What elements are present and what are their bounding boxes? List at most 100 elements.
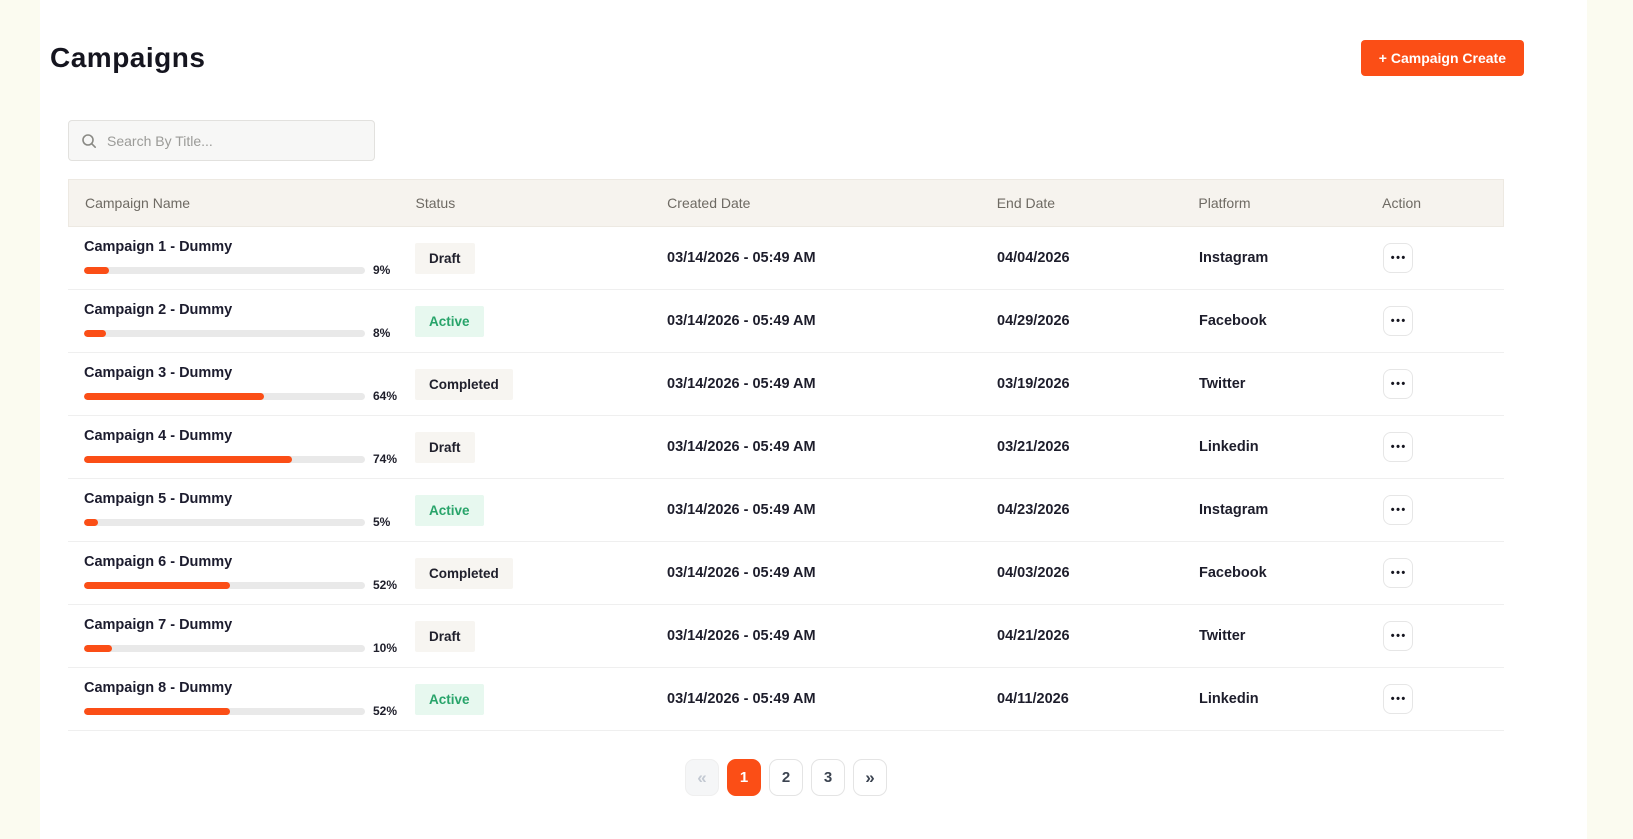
status-cell: Completed [399,558,651,589]
campaign-name-cell: Campaign 5 - Dummy 5% [68,491,399,529]
page-header: Campaigns + Campaign Create [40,40,1587,76]
status-badge: Draft [415,432,475,463]
campaign-name-cell: Campaign 6 - Dummy 52% [68,554,399,592]
row-actions-button[interactable]: ••• [1383,558,1413,588]
campaign-progress: 52% [84,578,399,592]
progress-bar-fill [84,519,98,526]
action-cell: ••• [1367,621,1504,651]
progress-bar-fill [84,582,230,589]
end-date: 04/11/2026 [981,691,1183,707]
progress-bar-track [84,393,365,400]
created-date: 03/14/2026 - 05:49 AM [651,691,981,707]
created-date: 03/14/2026 - 05:49 AM [651,439,981,455]
row-actions-button[interactable]: ••• [1383,369,1413,399]
table-row: Campaign 8 - Dummy 52% Active 03/14/2026… [68,668,1504,731]
status-cell: Draft [399,621,651,652]
row-actions-button[interactable]: ••• [1383,684,1413,714]
search-input[interactable] [107,133,362,149]
column-header-status: Status [400,195,652,211]
status-badge: Active [415,306,484,337]
campaign-progress: 5% [84,515,399,529]
table-row: Campaign 6 - Dummy 52% Completed 03/14/2… [68,542,1504,605]
platform: Linkedin [1183,439,1367,455]
status-cell: Draft [399,432,651,463]
ellipsis-icon: ••• [1389,316,1407,327]
progress-bar-track [84,267,365,274]
created-date: 03/14/2026 - 05:49 AM [651,313,981,329]
action-cell: ••• [1367,684,1504,714]
action-cell: ••• [1367,495,1504,525]
row-actions-button[interactable]: ••• [1383,306,1413,336]
main-panel: Campaigns + Campaign Create Campaign Nam… [40,0,1587,839]
pagination: « 1 2 3 » [68,759,1504,796]
campaign-name: Campaign 5 - Dummy [84,491,399,507]
campaign-name: Campaign 6 - Dummy [84,554,399,570]
end-date: 04/03/2026 [981,565,1183,581]
campaign-name: Campaign 4 - Dummy [84,428,399,444]
end-date: 03/21/2026 [981,439,1183,455]
table-header-row: Campaign Name Status Created Date End Da… [68,179,1504,227]
platform: Twitter [1183,628,1367,644]
campaign-name-cell: Campaign 4 - Dummy 74% [68,428,399,466]
status-cell: Draft [399,243,651,274]
row-actions-button[interactable]: ••• [1383,432,1413,462]
campaign-name: Campaign 8 - Dummy [84,680,399,696]
progress-bar-fill [84,456,292,463]
row-actions-button[interactable]: ••• [1383,243,1413,273]
progress-bar-track [84,645,365,652]
status-badge: Completed [415,558,513,589]
row-actions-button[interactable]: ••• [1383,621,1413,651]
campaign-progress: 10% [84,641,399,655]
campaign-progress: 64% [84,389,399,403]
ellipsis-icon: ••• [1389,253,1407,264]
progress-percent-label: 9% [373,263,390,277]
campaign-name-cell: Campaign 8 - Dummy 52% [68,680,399,718]
search-icon [81,133,97,149]
progress-percent-label: 52% [373,704,397,718]
end-date: 04/21/2026 [981,628,1183,644]
progress-bar-fill [84,267,109,274]
table-row: Campaign 2 - Dummy 8% Active 03/14/2026 … [68,290,1504,353]
ellipsis-icon: ••• [1389,568,1407,579]
pagination-page-2[interactable]: 2 [769,759,803,796]
ellipsis-icon: ••• [1389,379,1407,390]
progress-percent-label: 5% [373,515,390,529]
end-date: 04/23/2026 [981,502,1183,518]
status-badge: Completed [415,369,513,400]
platform: Instagram [1183,250,1367,266]
progress-percent-label: 64% [373,389,397,403]
status-cell: Active [399,684,651,715]
campaign-name-cell: Campaign 3 - Dummy 64% [68,365,399,403]
progress-percent-label: 74% [373,452,397,466]
progress-bar-track [84,708,365,715]
table-row: Campaign 7 - Dummy 10% Draft 03/14/2026 … [68,605,1504,668]
campaign-name: Campaign 7 - Dummy [84,617,399,633]
campaign-name-cell: Campaign 2 - Dummy 8% [68,302,399,340]
pagination-page-1[interactable]: 1 [727,759,761,796]
ellipsis-icon: ••• [1389,694,1407,705]
row-actions-button[interactable]: ••• [1383,495,1413,525]
action-cell: ••• [1367,432,1504,462]
progress-bar-fill [84,708,230,715]
ellipsis-icon: ••• [1389,505,1407,516]
action-cell: ••• [1367,306,1504,336]
ellipsis-icon: ••• [1389,442,1407,453]
campaign-create-button[interactable]: + Campaign Create [1361,40,1524,76]
status-badge: Active [415,684,484,715]
campaign-progress: 8% [84,326,399,340]
campaign-name: Campaign 1 - Dummy [84,239,399,255]
pagination-next-button[interactable]: » [853,759,887,796]
ellipsis-icon: ••• [1389,631,1407,642]
progress-bar-fill [84,393,264,400]
search-box[interactable] [68,120,375,161]
table-row: Campaign 3 - Dummy 64% Completed 03/14/2… [68,353,1504,416]
progress-bar-fill [84,330,106,337]
pagination-page-3[interactable]: 3 [811,759,845,796]
created-date: 03/14/2026 - 05:49 AM [651,628,981,644]
page-title: Campaigns [50,42,205,74]
status-badge: Draft [415,243,475,274]
pagination-prev-button[interactable]: « [685,759,719,796]
table-row: Campaign 5 - Dummy 5% Active 03/14/2026 … [68,479,1504,542]
created-date: 03/14/2026 - 05:49 AM [651,376,981,392]
campaign-name-cell: Campaign 7 - Dummy 10% [68,617,399,655]
